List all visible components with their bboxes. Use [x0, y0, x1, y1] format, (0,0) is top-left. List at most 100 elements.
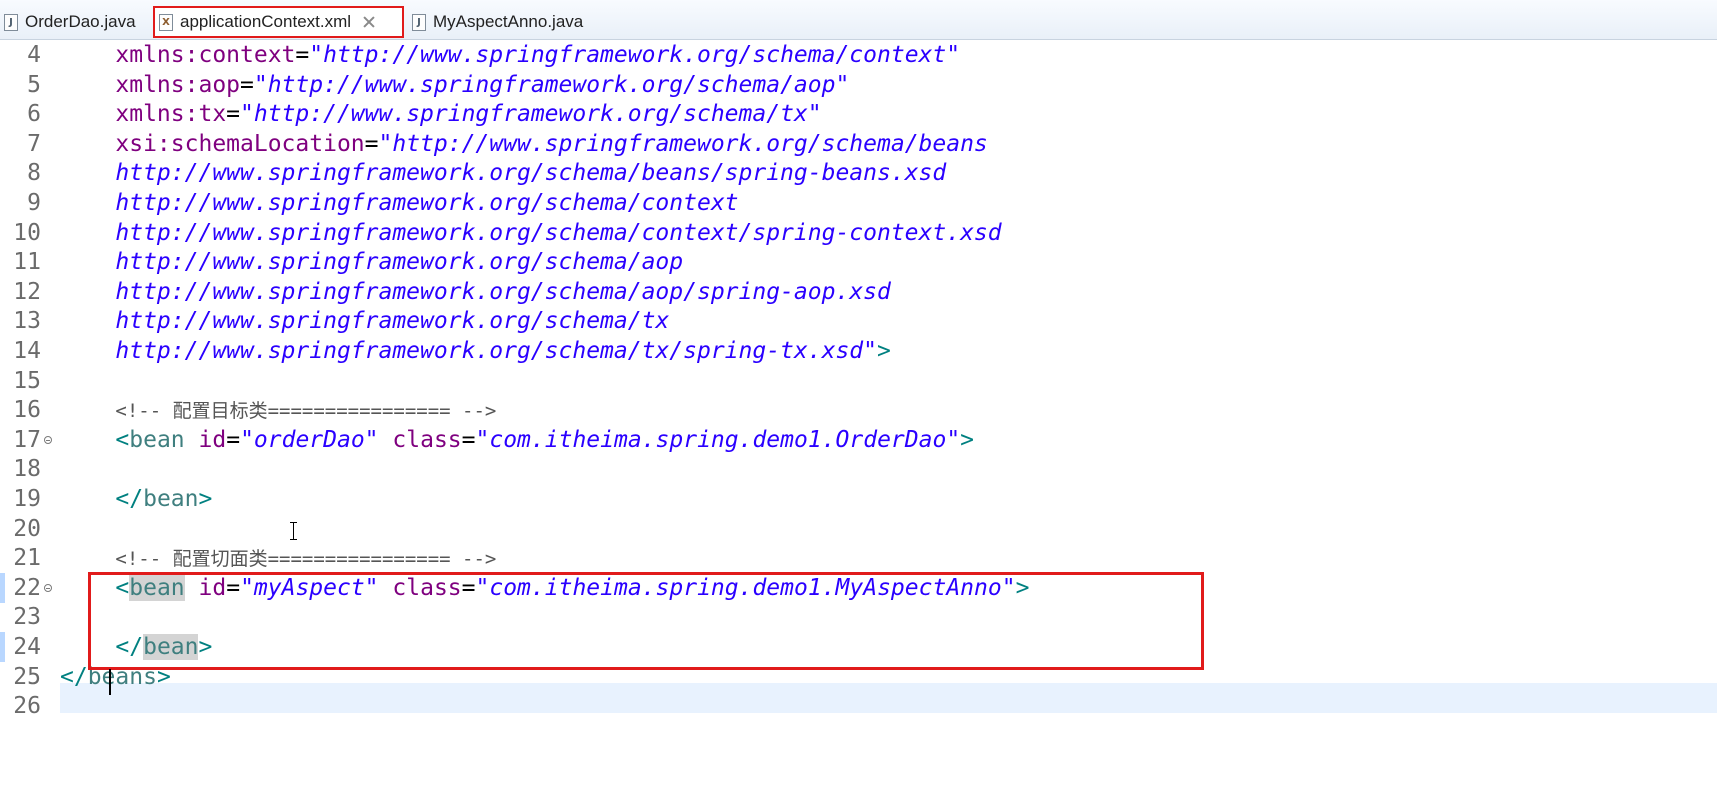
line-number: 24: [13, 634, 41, 660]
code-token: class: [392, 574, 462, 601]
xml-editor[interactable]: 4 xmlns:context="http://www.springframew…: [0, 40, 1717, 789]
code-token: <: [115, 574, 130, 601]
line-number: 10: [13, 219, 41, 246]
code-token: =: [226, 426, 241, 453]
code-token: http://www.springframework.org/schema/be…: [115, 160, 947, 187]
line-number: 18: [13, 456, 41, 483]
fold-toggle-icon[interactable]: [44, 583, 52, 592]
code-token: xsi:schemaLocation: [115, 130, 365, 157]
code-token: >: [198, 486, 213, 512]
code-line[interactable]: http://www.springframework.org/schema/tx…: [60, 336, 891, 366]
code-token: >: [960, 426, 975, 453]
code-token: >: [877, 338, 891, 364]
code-token: class: [392, 426, 462, 453]
code-token: xmlns:context: [115, 42, 296, 68]
code-token: </: [115, 486, 144, 512]
code-token: http://www.springframework.org/schema/ao…: [115, 249, 684, 276]
code-line[interactable]: xsi:schemaLocation="http://www.springfra…: [60, 129, 987, 159]
code-token: "orderDao": [240, 426, 379, 453]
code-token: <!-- 配置切面类================ -->: [115, 548, 497, 571]
code-token: xmlns:aop: [115, 71, 241, 98]
line-number: 26: [13, 693, 41, 720]
code-token: =: [364, 130, 379, 157]
code-line[interactable]: <bean id="orderDao" class="com.itheima.s…: [60, 425, 974, 455]
code-token: =: [295, 42, 310, 68]
line-number: 15: [13, 367, 41, 394]
line-number: 7: [27, 130, 41, 157]
code-token: beans: [87, 663, 157, 690]
code-line[interactable]: http://www.springframework.org/schema/co…: [60, 218, 1002, 248]
editor-tab-bar: J OrderDao.java X applicationContext.xml…: [0, 0, 1717, 40]
code-token: http://www.springframework.org/schema/tx: [115, 308, 670, 335]
code-token: <!-- 配置目标类================ -->: [115, 400, 497, 423]
code-line[interactable]: http://www.springframework.org/schema/ao…: [60, 277, 890, 307]
line-number: 25: [13, 663, 41, 690]
java-file-icon: J: [4, 13, 18, 31]
code-line[interactable]: xmlns:aop="http://www.springframework.or…: [60, 70, 849, 100]
code-token: </: [115, 634, 144, 660]
line-number: 19: [13, 486, 41, 512]
code-line[interactable]: http://www.springframework.org/schema/co…: [60, 188, 739, 218]
tab-myaspectanno-java[interactable]: J MyAspectAnno.java: [408, 6, 594, 38]
code-token: bean: [129, 426, 185, 453]
code-line[interactable]: </bean>: [60, 484, 212, 514]
code-token: "com.itheima.spring.demo1.OrderDao": [475, 426, 961, 453]
line-number: 16: [13, 397, 41, 424]
code-line[interactable]: http://www.springframework.org/schema/be…: [60, 158, 946, 188]
code-token: xmlns:tx: [115, 101, 227, 128]
code-token: bean: [129, 574, 185, 601]
line-number: 8: [27, 160, 41, 187]
code-line[interactable]: http://www.springframework.org/schema/ao…: [60, 247, 683, 277]
line-number: 11: [13, 249, 41, 276]
line-number: 17: [13, 426, 41, 453]
code-line[interactable]: </beans>: [60, 662, 171, 692]
tab-label: OrderDao.java: [25, 12, 136, 31]
xml-file-icon: X: [159, 13, 173, 31]
code-line[interactable]: http://www.springframework.org/schema/tx: [60, 306, 669, 336]
code-line[interactable]: xmlns:tx="http://www.springframework.org…: [60, 99, 821, 129]
code-line[interactable]: <!-- 配置目标类================ -->: [60, 395, 496, 425]
line-number: 21: [13, 545, 41, 572]
line-number: 20: [13, 515, 41, 542]
fold-toggle-icon[interactable]: [44, 435, 52, 444]
code-token: id: [198, 426, 227, 453]
code-token: bean: [143, 486, 199, 512]
line-number: 23: [13, 604, 41, 631]
line-number: 13: [13, 308, 41, 335]
close-icon[interactable]: [362, 15, 376, 29]
line-number: 5: [27, 71, 41, 98]
code-token: >: [198, 634, 213, 660]
text-caret: [109, 669, 111, 695]
java-file-icon: J: [412, 13, 426, 31]
code-token: http://www.springframework.org/schema/co…: [115, 190, 739, 216]
code-line[interactable]: <bean id="myAspect" class="com.itheima.s…: [60, 573, 1029, 603]
code-line[interactable]: </bean>: [60, 632, 212, 662]
tab-orderdao-java[interactable]: J OrderDao.java: [0, 6, 148, 38]
code-line[interactable]: <!-- 配置切面类================ -->: [60, 543, 496, 573]
line-number: 4: [27, 42, 41, 68]
line-number: 12: [13, 278, 41, 305]
code-token: =: [226, 101, 241, 128]
code-line[interactable]: xmlns:context="http://www.springframewor…: [60, 40, 960, 70]
code-token: "myAspect": [240, 574, 379, 601]
code-token: http://www.springframework.org/schema/co…: [115, 219, 1002, 246]
code-token: =: [240, 71, 254, 98]
tab-applicationcontext-xml[interactable]: X applicationContext.xml: [153, 6, 404, 38]
code-token: >: [156, 663, 171, 690]
